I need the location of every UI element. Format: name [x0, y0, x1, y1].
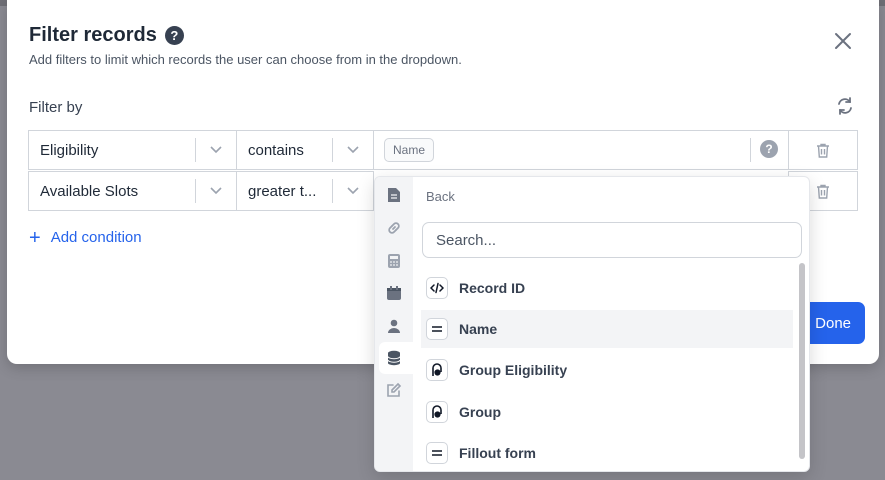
modal-title: Filter records [29, 24, 157, 46]
linked-record-icon [426, 359, 448, 381]
scrollbar[interactable] [797, 263, 807, 469]
edit-icon[interactable] [384, 380, 404, 400]
title-row: Filter records ? [29, 24, 184, 47]
refresh-icon [838, 97, 852, 115]
link-icon[interactable] [384, 218, 404, 238]
scrollbar-thumb[interactable] [799, 263, 805, 459]
document-icon[interactable] [384, 185, 404, 205]
equals-icon [426, 442, 448, 464]
list-item-label: Group [459, 404, 501, 420]
trash-icon [817, 143, 829, 158]
modal-subtitle: Add filters to limit which records the u… [29, 52, 462, 67]
close-icon [835, 33, 851, 49]
list-item-group[interactable]: Group [421, 393, 793, 431]
list-item-label: Group Eligibility [459, 362, 568, 378]
condition-1-value-input[interactable]: Name [373, 130, 789, 170]
code-icon [426, 277, 448, 299]
condition-1-delete-button[interactable] [788, 130, 858, 170]
value-help-icon[interactable]: ? [760, 140, 778, 158]
chevron-down-icon [333, 146, 373, 154]
condition-1-operator-value: contains [248, 141, 304, 159]
category-rail [375, 177, 413, 471]
condition-2-operator-value: greater t... [248, 182, 317, 200]
trash-icon [817, 184, 829, 199]
close-button[interactable] [831, 29, 855, 53]
chevron-down-icon [333, 187, 373, 195]
plus-icon: + [29, 226, 41, 249]
calendar-icon[interactable] [384, 283, 404, 303]
list-item-label: Name [459, 321, 498, 337]
refresh-button[interactable] [835, 96, 855, 116]
person-icon[interactable] [384, 316, 404, 336]
equals-icon [426, 318, 448, 340]
help-icon[interactable]: ? [164, 26, 184, 45]
field-picker-dropdown: Back Record ID Name Group Eligibility Gr… [374, 176, 810, 472]
condition-2-operator-select[interactable]: greater t... [236, 171, 374, 211]
condition-2-field-value: Available Slots [40, 182, 139, 200]
condition-1-operator-select[interactable]: contains [236, 130, 374, 170]
list-item-group-eligibility[interactable]: Group Eligibility [421, 351, 793, 389]
list-item-label: Fillout form [459, 445, 536, 461]
add-condition-label: Add condition [50, 229, 142, 246]
back-link[interactable]: Back [426, 189, 455, 204]
database-icon[interactable] [384, 348, 404, 368]
list-item-fillout-form[interactable]: Fillout form [421, 434, 793, 471]
chevron-down-icon [196, 187, 236, 195]
condition-1-field-value: Eligibility [40, 141, 99, 159]
chevron-down-icon [196, 146, 236, 154]
list-item-name[interactable]: Name [421, 310, 793, 348]
condition-1-field-select[interactable]: Eligibility [28, 130, 237, 170]
condition-2-field-select[interactable]: Available Slots [28, 171, 237, 211]
add-condition-button[interactable]: + Add condition [29, 226, 142, 249]
search-input[interactable] [422, 222, 802, 258]
filter-by-label: Filter by [29, 99, 83, 116]
list-item-record-id[interactable]: Record ID [421, 269, 793, 307]
value-chip: Name [384, 138, 435, 162]
calculator-icon[interactable] [384, 251, 404, 271]
done-button[interactable]: Done [803, 302, 865, 344]
linked-record-icon [426, 401, 448, 423]
list-item-label: Record ID [459, 280, 526, 296]
